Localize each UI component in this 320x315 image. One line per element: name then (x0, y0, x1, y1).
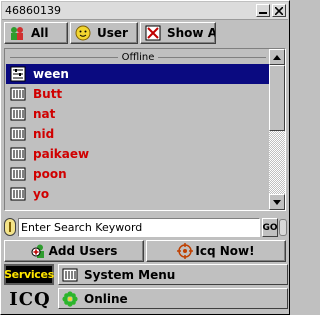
add-users-button[interactable]: Add Users (4, 240, 144, 262)
title-bar[interactable]: 46860139 (2, 2, 288, 20)
offline-group-header[interactable]: Offline (6, 50, 270, 64)
icq-logo: ICQ (4, 288, 56, 310)
scroll-down-button[interactable] (269, 194, 285, 210)
all-users-icon (9, 25, 25, 41)
contact-item[interactable]: nid (6, 124, 270, 144)
status-row: ICQ Online (4, 288, 288, 310)
contact-rows: ween Butt nat nid paikaew poon yo (6, 64, 270, 204)
add-users-label: Add Users (48, 244, 118, 258)
icq-window: 46860139 All User Show Offline ween Butt… (0, 0, 290, 315)
online-status-button[interactable]: Online (58, 288, 288, 309)
user-button[interactable]: User (70, 22, 138, 44)
search-row-end-cap (279, 219, 287, 236)
system-menu-button[interactable]: System Menu (58, 264, 288, 285)
show-list-icon (145, 25, 161, 41)
contact-item[interactable]: nat (6, 104, 270, 124)
all-button[interactable]: All (4, 22, 68, 44)
contact-name: paikaew (33, 147, 90, 161)
offline-contact-icon (10, 146, 26, 162)
icq-now-label: Icq Now! (195, 244, 255, 258)
system-menu-icon (62, 267, 78, 283)
offline-contact-icon (10, 106, 26, 122)
user-face-icon (75, 25, 91, 41)
search-input[interactable] (18, 218, 260, 237)
offline-contact-icon (10, 86, 26, 102)
icq-logo-text: ICQ (9, 288, 51, 310)
add-users-icon (31, 243, 47, 259)
offline-contact-icon (10, 186, 26, 202)
online-flower-icon (62, 290, 78, 307)
contact-item[interactable]: ween (6, 64, 270, 84)
group-toolbar: All User Show AL (4, 22, 288, 46)
contact-name: poon (33, 167, 67, 181)
show-al-button[interactable]: Show AL (140, 22, 216, 44)
show-al-button-label: Show AL (167, 26, 215, 40)
minimize-button[interactable] (256, 4, 270, 17)
action-buttons: Add Users Icq Now! (4, 240, 286, 262)
offline-contact-icon (10, 166, 26, 182)
system-menu-label: System Menu (84, 267, 176, 282)
contact-item[interactable]: yo (6, 184, 270, 204)
vertical-scrollbar[interactable] (269, 49, 285, 210)
all-button-label: All (31, 26, 49, 40)
icq-now-button[interactable]: Icq Now! (146, 240, 286, 262)
contact-name: ween (33, 67, 69, 81)
contact-name: nat (33, 107, 56, 121)
contact-name: nid (33, 127, 55, 141)
scrollbar-thumb[interactable] (269, 65, 285, 131)
contact-list-content: Offline ween Butt nat nid paikaew poon yo (6, 50, 270, 209)
contact-name: yo (33, 187, 50, 201)
services-row: Services System Menu (4, 264, 288, 286)
contact-list[interactable]: Offline ween Butt nat nid paikaew poon yo (4, 48, 286, 211)
offline-group-label: Offline (121, 51, 155, 63)
contact-item[interactable]: poon (6, 164, 270, 184)
window-title: 46860139 (5, 4, 61, 17)
arrow-up-icon (273, 54, 281, 60)
user-button-label: User (97, 26, 128, 40)
online-status-label: Online (84, 291, 128, 306)
arrow-down-icon (273, 199, 281, 205)
contact-selected-icon (10, 66, 26, 82)
target-icon (177, 243, 194, 259)
search-grip-icon (9, 222, 11, 232)
minimize-icon (259, 11, 267, 14)
scroll-up-button[interactable] (269, 49, 285, 65)
contact-item[interactable]: paikaew (6, 144, 270, 164)
contact-name: Butt (33, 87, 63, 101)
services-label: Services (4, 268, 54, 281)
search-handle[interactable] (4, 218, 16, 236)
search-go-button[interactable]: GO (262, 218, 278, 237)
contact-item[interactable]: Butt (6, 84, 270, 104)
close-icon (275, 6, 283, 15)
offline-contact-icon (10, 126, 26, 142)
services-button[interactable]: Services (4, 264, 54, 285)
search-go-label: GO (262, 222, 278, 233)
close-button[interactable] (272, 4, 286, 17)
search-row: GO (4, 216, 288, 238)
